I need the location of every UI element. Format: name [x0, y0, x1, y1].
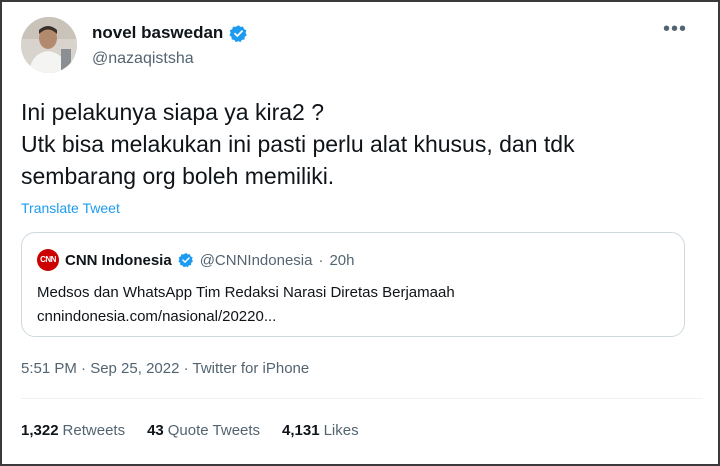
verified-badge-icon	[229, 24, 248, 43]
tweet-meta[interactable]: 5:51 PM · Sep 25, 2022 · Twitter for iPh…	[21, 360, 309, 377]
tweet-text-line: Ini pelakunya siapa ya kira2 ?	[21, 99, 325, 125]
author-name-row: novel baswedan	[92, 23, 248, 43]
author-display-name[interactable]: novel baswedan	[92, 23, 223, 43]
retweets-label: Retweets	[62, 422, 126, 439]
tweet-text: Ini pelakunya siapa ya kira2 ? Utk bisa …	[21, 96, 701, 192]
quote-timestamp: 20h	[329, 251, 355, 269]
quote-header: CNN CNN Indonesia @CNNIndonesia · 20h	[37, 249, 355, 271]
quote-separator: ·	[318, 251, 324, 269]
translate-tweet-link[interactable]: Translate Tweet	[21, 200, 120, 216]
retweets-stat[interactable]: 1,322 Retweets	[21, 422, 125, 439]
retweets-count: 1,322	[21, 422, 59, 439]
likes-stat[interactable]: 4,131 Likes	[282, 422, 359, 439]
quote-tweets-stat[interactable]: 43 Quote Tweets	[147, 422, 260, 439]
avatar[interactable]	[21, 17, 77, 73]
quote-tweets-count: 43	[147, 422, 164, 439]
tweet-text-line: Utk bisa melakukan ini pasti perlu alat …	[21, 131, 575, 157]
more-options-icon[interactable]: •••	[660, 19, 690, 46]
likes-label: Likes	[323, 422, 359, 439]
quote-handle: @CNNIndonesia	[199, 251, 313, 269]
verified-badge-icon	[178, 252, 194, 268]
tweet-stats: 1,322 Retweets 43 Quote Tweets 4,131 Likes	[21, 422, 359, 439]
author-handle[interactable]: @nazaqistsha	[92, 50, 194, 68]
quote-tweet-card[interactable]: CNN CNN Indonesia @CNNIndonesia · 20h Me…	[21, 232, 685, 337]
tweet-text-line: sembarang org boleh memiliki.	[21, 163, 335, 189]
quote-text: Medsos dan WhatsApp Tim Redaksi Narasi D…	[37, 281, 667, 329]
cnn-logo-icon: CNN	[37, 249, 59, 271]
tweet-frame: novel baswedan @nazaqistsha ••• Ini pela…	[0, 0, 720, 466]
quote-headline: Medsos dan WhatsApp Tim Redaksi Narasi D…	[37, 284, 455, 301]
quote-display-name: CNN Indonesia	[65, 251, 172, 269]
quote-tweets-label: Quote Tweets	[167, 422, 261, 439]
likes-count: 4,131	[282, 422, 320, 439]
avatar-image	[21, 17, 77, 73]
divider	[21, 398, 703, 399]
quote-link: cnnindonesia.com/nasional/20220...	[37, 308, 277, 325]
